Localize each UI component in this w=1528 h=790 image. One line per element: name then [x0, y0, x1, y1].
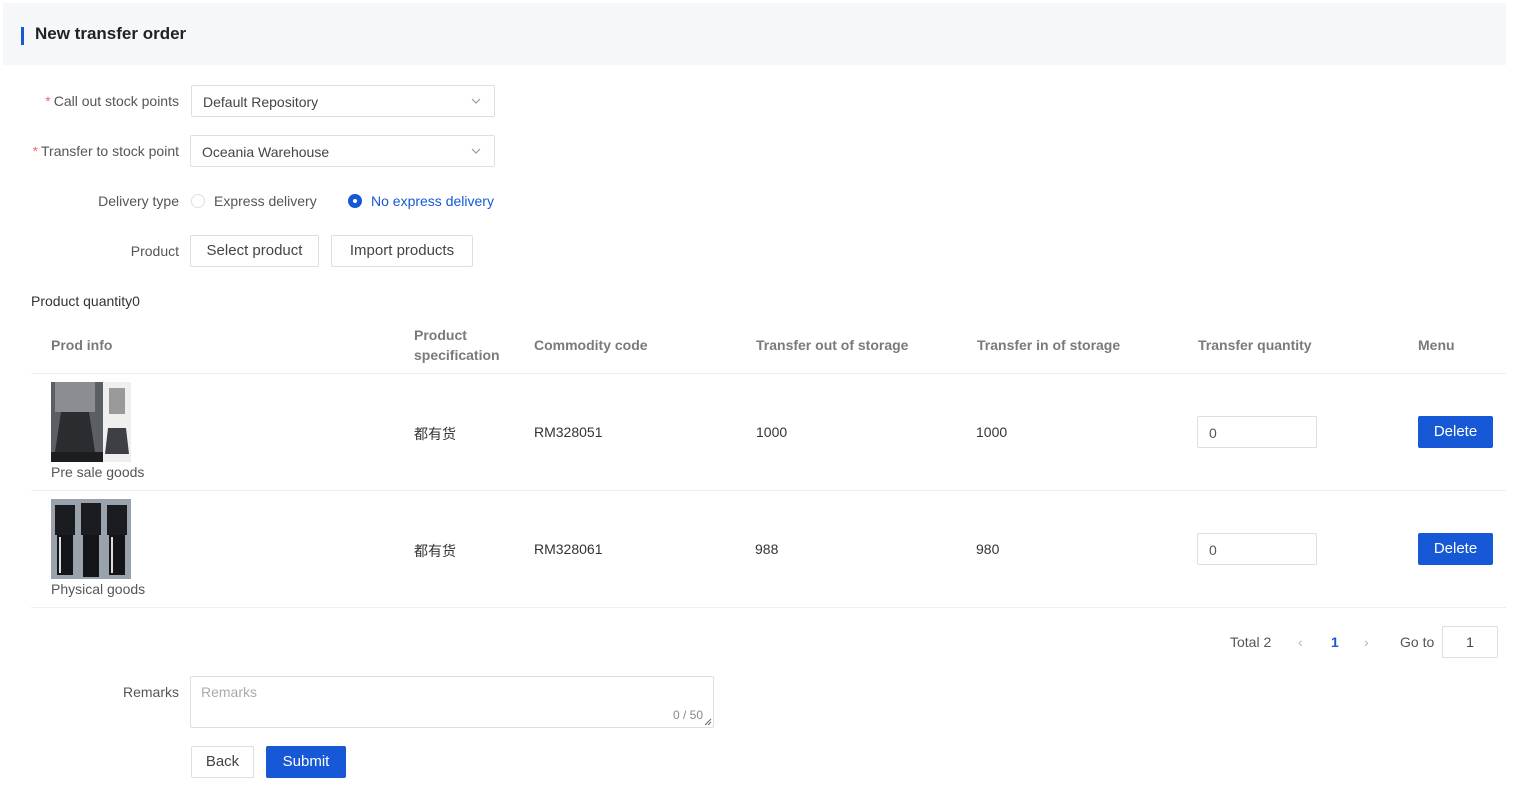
product-name: Pre sale goods [51, 464, 145, 480]
back-button[interactable]: Back [191, 746, 254, 778]
transfer-to-value: Oceania Warehouse [202, 144, 330, 160]
chevron-left-icon[interactable]: ‹ [1298, 634, 1303, 650]
radio-circle-icon [348, 194, 362, 208]
select-product-button[interactable]: Select product [190, 235, 319, 267]
commodity-code: RM328061 [534, 541, 603, 557]
delete-button[interactable]: Delete [1418, 416, 1493, 448]
remarks-counter: 0 / 50 [672, 708, 703, 722]
resize-grip-icon[interactable] [704, 718, 712, 726]
call-out-label: * Call out stock points [45, 93, 179, 109]
title-accent-bar [21, 27, 24, 45]
pagination-page[interactable]: 1 [1331, 634, 1339, 650]
col-spec: Product specification [414, 327, 500, 363]
col-transfer-in: Transfer in of storage [977, 337, 1121, 353]
transfer-in-value: 1000 [976, 424, 1008, 440]
transfer-quantity-input[interactable]: 0 [1197, 416, 1317, 448]
transfer-to-select[interactable]: Oceania Warehouse [190, 135, 495, 167]
transfer-out-value: 988 [755, 541, 779, 557]
product-thumbnail [51, 382, 131, 462]
call-out-select[interactable]: Default Repository [191, 85, 495, 117]
radio-no-express-delivery[interactable]: No express delivery [348, 193, 494, 209]
row-divider [31, 373, 1506, 374]
goto-page-input[interactable]: 1 [1442, 626, 1498, 658]
delete-button[interactable]: Delete [1418, 533, 1493, 565]
product-label: Product [130, 243, 179, 259]
submit-button[interactable]: Submit [266, 746, 346, 778]
chevron-down-icon [471, 148, 481, 154]
transfer-quantity-input[interactable]: 0 [1197, 533, 1317, 565]
col-transfer-qty: Transfer quantity [1198, 337, 1312, 353]
chevron-down-icon [471, 98, 481, 104]
col-transfer-out: Transfer out of storage [756, 337, 909, 353]
radio-circle-icon [191, 194, 205, 208]
product-spec: 都有货 [414, 543, 456, 559]
goto-label: Go to [1400, 634, 1435, 650]
transfer-to-label: * Transfer to stock point [32, 143, 179, 159]
col-menu: Menu [1418, 337, 1455, 353]
call-out-value: Default Repository [203, 94, 319, 110]
col-code: Commodity code [534, 337, 648, 353]
row-divider [31, 607, 1506, 608]
product-name: Physical goods [51, 581, 146, 597]
transfer-in-value: 980 [976, 541, 1000, 557]
page-title: New transfer order [35, 24, 187, 43]
remarks-label: Remarks [122, 684, 179, 700]
chevron-right-icon[interactable]: › [1364, 634, 1369, 650]
page-header: New transfer order [3, 3, 1506, 65]
product-thumbnail [51, 499, 131, 579]
col-prod-info: Prod info [51, 337, 113, 353]
transfer-out-value: 1000 [756, 424, 788, 440]
product-spec: 都有货 [414, 426, 456, 442]
pagination-total: Total 2 [1230, 634, 1272, 650]
remarks-textarea[interactable]: Remarks 0 / 50 [190, 676, 714, 728]
import-products-button[interactable]: Import products [331, 235, 473, 267]
delivery-type-label: Delivery type [98, 193, 179, 209]
commodity-code: RM328051 [534, 424, 603, 440]
radio-express-delivery[interactable]: Express delivery [191, 193, 317, 209]
remarks-placeholder: Remarks [201, 684, 258, 700]
product-quantity: Product quantity0 [31, 293, 140, 309]
row-divider [31, 490, 1506, 491]
